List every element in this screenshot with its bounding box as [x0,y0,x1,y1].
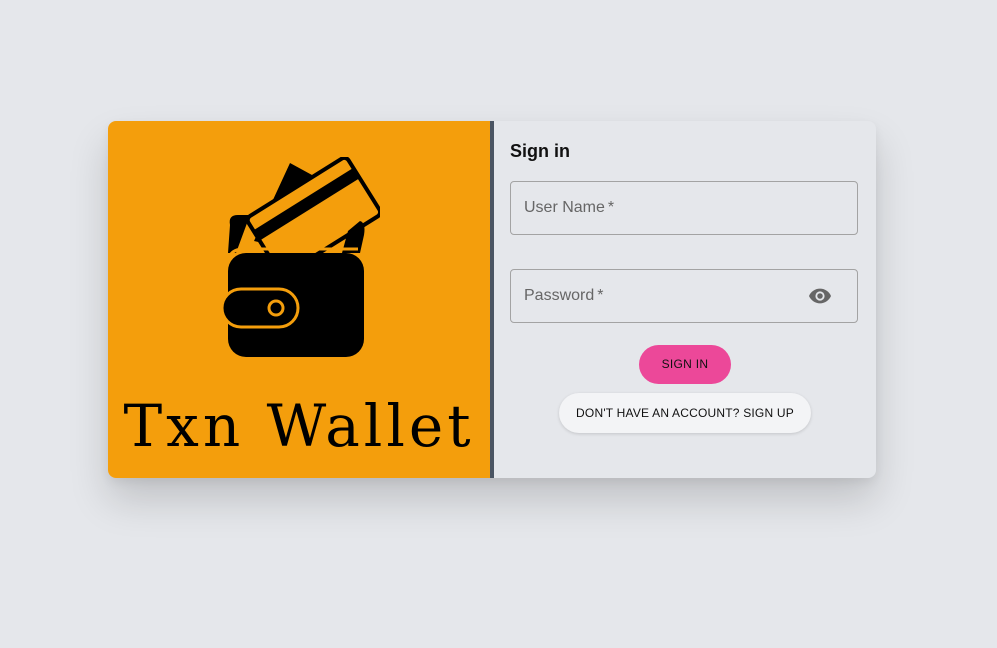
login-card: Txn Wallet Sign in User Name * Password * … [108,121,876,478]
password-label: Password * [524,287,604,304]
username-required-mark: * [607,199,615,216]
sign-in-button[interactable]: SIGN IN [639,345,731,384]
password-required-mark: * [597,287,604,304]
wallet-with-cards-icon [220,157,380,357]
username-label: User Name * [524,199,615,216]
sign-up-link-button[interactable]: DON'T HAVE AN ACCOUNT? SIGN UP [559,393,811,433]
username-field[interactable]: User Name * [510,181,858,235]
brand-name: Txn Wallet [123,392,475,460]
eye-icon[interactable] [809,287,831,305]
sign-in-form: Sign in User Name * Password * SIGN IN DON… [494,121,876,478]
form-title: Sign in [510,141,570,161]
brand-panel: Txn Wallet [108,121,490,478]
password-field[interactable]: Password * [510,269,858,323]
